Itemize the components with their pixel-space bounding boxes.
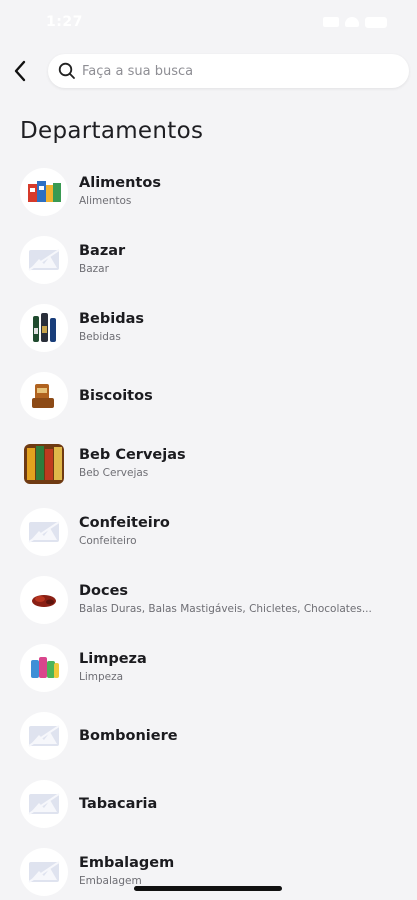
department-name: Embalagem (79, 855, 175, 871)
bebidas-image (33, 313, 56, 342)
department-subtitle: Alimentos (79, 195, 132, 207)
list-item[interactable]: Alimentos Alimentos (0, 158, 417, 226)
back-button[interactable] (6, 56, 34, 86)
search-icon (58, 62, 75, 79)
department-text: Doces Balas Duras, Balas Mastigáveis, Ch… (79, 582, 399, 616)
department-thumbnail (20, 576, 68, 624)
department-thumbnail (20, 712, 68, 760)
doces-image (32, 595, 56, 607)
department-thumbnail (20, 236, 68, 284)
cervejas-image (24, 444, 64, 484)
list-item[interactable]: Bomboniere (0, 702, 417, 770)
department-name: Confeiteiro (79, 515, 170, 531)
departments-list: Alimentos Alimentos Bazar Bazar Bebidas … (0, 158, 417, 900)
chevron-left-icon (14, 60, 26, 82)
department-thumbnail (20, 372, 68, 420)
list-item[interactable]: Limpeza Limpeza (0, 634, 417, 702)
placeholder-image-icon (28, 521, 60, 543)
battery-icon (365, 16, 387, 28)
page-title: Departamentos (20, 118, 204, 144)
placeholder-image-icon (28, 861, 60, 883)
department-name: Biscoitos (79, 388, 153, 404)
department-text: Tabacaria (79, 795, 399, 813)
placeholder-image-icon (28, 793, 60, 815)
department-name: Bebidas (79, 311, 145, 327)
department-thumbnail (20, 508, 68, 556)
signal-icon (323, 17, 339, 27)
department-subtitle: Confeiteiro (79, 535, 137, 547)
biscoitos-image (32, 384, 54, 408)
list-item[interactable]: Bazar Bazar (0, 226, 417, 294)
search-input[interactable] (82, 63, 382, 79)
limpeza-image (31, 657, 59, 678)
department-name: Beb Cervejas (79, 447, 186, 463)
department-text: Embalagem Embalagem (79, 854, 399, 888)
department-thumbnail (20, 644, 68, 692)
department-name: Bomboniere (79, 728, 178, 744)
department-thumbnail (24, 444, 64, 484)
department-name: Tabacaria (79, 796, 158, 812)
search-box[interactable] (48, 54, 409, 88)
department-text: Alimentos Alimentos (79, 174, 399, 208)
department-name: Limpeza (79, 651, 147, 667)
status-icons (323, 16, 387, 28)
list-item[interactable]: Beb Cervejas Beb Cervejas (0, 430, 417, 498)
status-time: 1:27 (46, 14, 83, 30)
department-name: Bazar (79, 243, 126, 259)
list-item[interactable]: Biscoitos (0, 362, 417, 430)
department-thumbnail (20, 780, 68, 828)
placeholder-image-icon (28, 725, 60, 747)
department-subtitle: Balas Duras, Balas Mastigáveis, Chiclete… (79, 603, 372, 615)
department-thumbnail (20, 304, 68, 352)
alimentos-image (28, 181, 61, 202)
department-text: Bazar Bazar (79, 242, 399, 276)
header (0, 48, 417, 94)
department-subtitle: Beb Cervejas (79, 467, 149, 479)
department-thumbnail (20, 848, 68, 896)
list-item[interactable]: Confeiteiro Confeiteiro (0, 498, 417, 566)
department-text: Confeiteiro Confeiteiro (79, 514, 399, 548)
list-item[interactable]: Doces Balas Duras, Balas Mastigáveis, Ch… (0, 566, 417, 634)
department-text: Bomboniere (79, 727, 399, 745)
home-indicator (134, 886, 282, 891)
list-item[interactable]: Tabacaria (0, 770, 417, 838)
department-subtitle: Bebidas (79, 331, 121, 343)
department-name: Doces (79, 583, 129, 599)
placeholder-image-icon (28, 249, 60, 271)
list-item[interactable]: Bebidas Bebidas (0, 294, 417, 362)
department-text: Beb Cervejas Beb Cervejas (79, 446, 399, 480)
department-thumbnail (20, 168, 68, 216)
department-name: Alimentos (79, 175, 161, 191)
department-text: Limpeza Limpeza (79, 650, 399, 684)
department-text: Bebidas Bebidas (79, 310, 399, 344)
department-subtitle: Limpeza (79, 671, 124, 683)
department-text: Biscoitos (79, 387, 399, 405)
department-subtitle: Bazar (79, 263, 109, 275)
departments-screen: 1:27 Departamentos (0, 0, 417, 900)
status-bar: 1:27 (0, 0, 417, 44)
wifi-icon (345, 17, 359, 27)
